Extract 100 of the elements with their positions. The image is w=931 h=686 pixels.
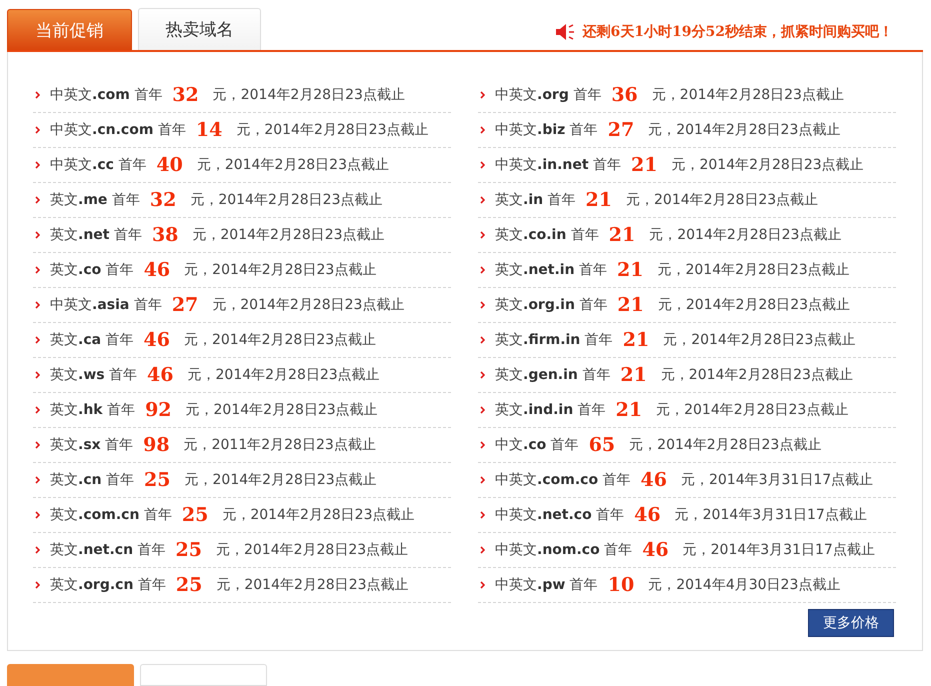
domain-name: 中英文.nom.co 首年	[495, 541, 632, 560]
chevron-icon	[35, 546, 40, 554]
price: 21	[631, 154, 658, 176]
domain-name: 中英文.pw 首年	[495, 576, 598, 594]
price: 25	[182, 504, 208, 526]
price: 10	[608, 574, 634, 596]
chevron-icon	[480, 336, 485, 344]
domain-name: 英文.firm.in 首年	[495, 331, 613, 350]
domain-name: 中英文.biz 首年	[495, 121, 598, 140]
chevron-icon	[35, 301, 40, 310]
deadline-text: 元，2014年2月28日23点截止	[212, 86, 405, 104]
chevron-icon	[35, 336, 40, 344]
tab[interactable]	[7, 664, 134, 686]
chevron-icon	[480, 126, 485, 134]
deadline-text: 元，2014年4月30日23点截止	[648, 576, 840, 594]
domain-name: 英文.net.cn 首年	[50, 541, 166, 560]
domain-name: 英文.com.cn 首年	[50, 506, 172, 524]
chevron-icon	[35, 371, 40, 380]
price: 14	[196, 119, 222, 142]
more-prices-button[interactable]: 更多价格	[808, 609, 894, 638]
chevron-icon	[480, 511, 485, 520]
price: 46	[147, 364, 174, 386]
chevron-icon	[35, 91, 40, 100]
deadline-text: 元，2014年2月28日23点截止	[188, 366, 380, 384]
deadline-text: 元，2014年2月28日23点截止	[192, 226, 385, 244]
chevron-icon	[480, 196, 485, 204]
price: 21	[622, 329, 650, 352]
domain-name: 英文.co 首年	[50, 261, 134, 280]
price: 40	[156, 154, 183, 176]
deadline-text: 元，2014年3月31日17点截止	[680, 471, 874, 490]
deadline-text: 元，2014年2月28日23点截止	[652, 86, 844, 104]
price: 25	[176, 574, 202, 596]
chevron-icon	[35, 406, 40, 414]
domain-name: 中英文.in.net 首年	[495, 156, 622, 174]
chevron-icon	[480, 161, 485, 170]
domain-name: 英文.gen.in 首年	[495, 366, 610, 384]
chevron-icon	[35, 196, 40, 204]
domain-name: 英文.me 首年	[50, 191, 140, 210]
domain-name: 中英文.asia 首年	[50, 296, 162, 314]
price: 36	[611, 84, 638, 106]
countdown-notice: 还剩6天1小时19分52秒结束，抓紧时间购买吧！	[582, 23, 893, 42]
chevron-icon	[35, 161, 40, 170]
chevron-icon	[480, 406, 485, 414]
price: 21	[586, 189, 612, 212]
deadline-text: 元，2014年2月28日23点截止	[236, 121, 428, 140]
deadline-text: 元，2014年2月28日23点截止	[216, 541, 408, 560]
price: 21	[617, 259, 644, 282]
chevron-icon	[35, 231, 40, 240]
chevron-icon	[480, 371, 485, 380]
price: 27	[172, 294, 198, 316]
price: 27	[608, 119, 634, 142]
domain-name: 英文.sx 首年	[50, 436, 134, 454]
speaker-icon	[554, 23, 575, 42]
price: 46	[144, 329, 170, 352]
price: 25	[144, 469, 170, 492]
chevron-icon	[480, 266, 485, 274]
deadline-text: 元，2014年3月31日17点截止	[674, 506, 867, 524]
deadline-text: 元，2011年2月28日23点截止	[184, 436, 376, 454]
domain-name: 英文.ca 首年	[50, 331, 134, 350]
price: 21	[608, 224, 636, 246]
domain-name: 英文.org.in 首年	[495, 296, 608, 314]
price: 46	[642, 539, 669, 562]
price: 25	[176, 539, 202, 562]
domain-name: 中英文.cn.com 首年	[50, 121, 186, 140]
domain-name: 英文.in 首年	[495, 191, 576, 210]
domain-name: 英文.cn 首年	[50, 471, 134, 490]
deadline-text: 元，2014年2月28日23点截止	[184, 261, 376, 280]
deadline-text: 元，2014年2月28日23点截止	[196, 156, 389, 174]
deadline-text: 元，2014年2月28日23点截止	[649, 226, 842, 244]
deadline-text: 元，2014年2月28日23点截止	[648, 121, 840, 140]
chevron-icon	[35, 511, 40, 520]
deadline-text: 元，2014年2月28日23点截止	[190, 191, 382, 210]
price: 38	[152, 224, 178, 246]
deadline-text: 元，2014年2月28日23点截止	[216, 576, 409, 594]
domain-name: 英文.net.in 首年	[495, 261, 608, 280]
price: 65	[588, 434, 616, 456]
price: 92	[145, 399, 172, 422]
price: 32	[150, 189, 176, 212]
deadline-text: 元，2014年2月28日23点截止	[184, 471, 377, 490]
price: 46	[144, 259, 170, 282]
price: 21	[620, 364, 647, 386]
deadline-text: 元，2014年2月28日23点截止	[212, 296, 404, 314]
deadline-text: 元，2014年2月28日23点截止	[629, 436, 822, 454]
domain-name: 中英文.net.co 首年	[495, 506, 624, 524]
chevron-icon	[480, 231, 485, 240]
chevron-icon	[480, 476, 485, 484]
domain-name: 英文.ind.in 首年	[495, 401, 606, 420]
deadline-text: 元，2014年2月28日23点截止	[222, 506, 414, 524]
deadline-text: 元，2014年3月31日17点截止	[682, 541, 875, 560]
deadline-text: 元，2014年2月28日23点截止	[184, 331, 376, 350]
price: 98	[143, 434, 170, 456]
chevron-icon	[35, 581, 40, 590]
chevron-icon	[480, 301, 485, 310]
tab[interactable]: 热卖域名	[138, 8, 261, 50]
domain-name: 英文.ws 首年	[50, 366, 138, 384]
price: 46	[634, 504, 661, 526]
deadline-text: 元，2014年2月28日23点截止	[626, 191, 818, 210]
domain-name: 英文.net 首年	[50, 226, 142, 244]
deadline-text: 元，2014年2月28日23点截止	[658, 296, 850, 314]
domain-name: 英文.org.cn 首年	[50, 576, 166, 594]
